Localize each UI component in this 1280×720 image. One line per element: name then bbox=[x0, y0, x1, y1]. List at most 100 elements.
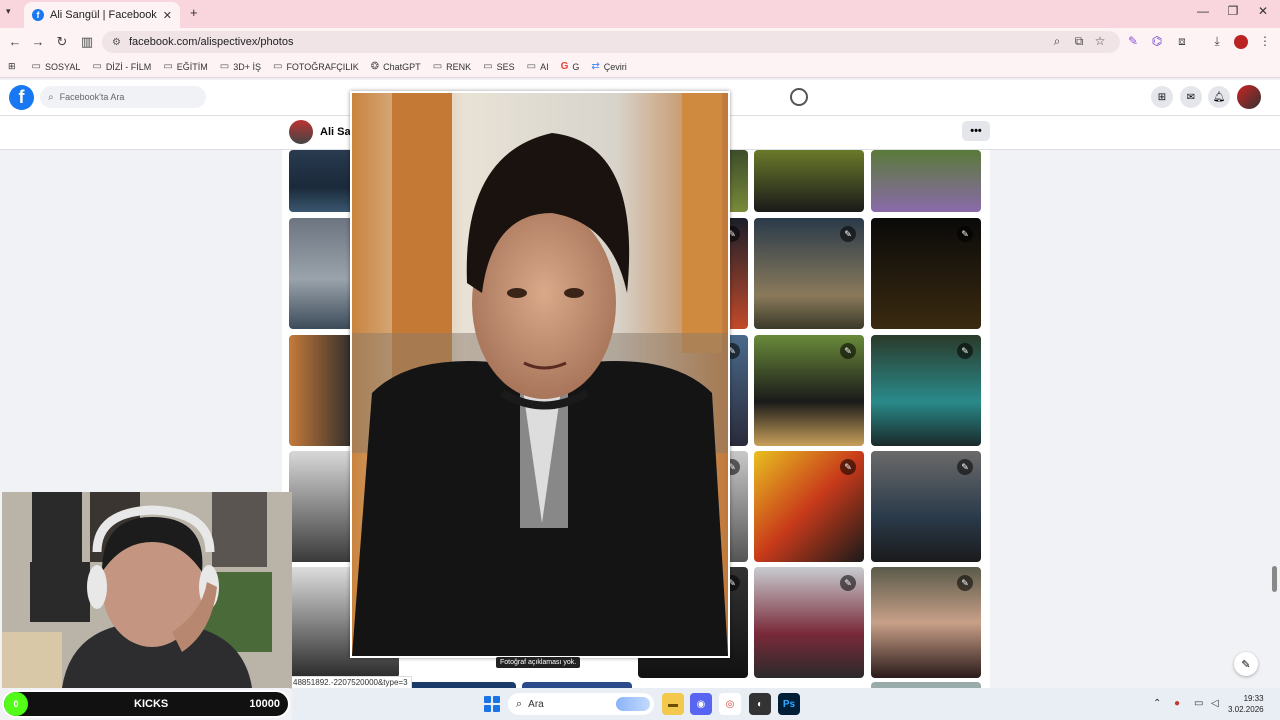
bookmark-label: G bbox=[572, 61, 580, 72]
tray-overflow-icon[interactable]: ⌃ bbox=[1153, 698, 1161, 709]
bookmark-label: ChatGPT bbox=[383, 61, 421, 72]
edit-pencil-icon[interactable]: ✎ bbox=[840, 343, 856, 359]
bookmark-star-icon[interactable]: ☆ bbox=[1091, 34, 1109, 48]
edit-pencil-icon[interactable]: ✎ bbox=[957, 459, 973, 475]
folder-icon: ▭ bbox=[526, 61, 537, 72]
minimize-button[interactable]: — bbox=[1188, 4, 1218, 18]
clock-date: 3.02.2026 bbox=[1228, 705, 1264, 714]
photo-thumbnail[interactable] bbox=[754, 150, 864, 212]
download-icon[interactable]: ⤓ bbox=[1208, 34, 1226, 49]
address-bar[interactable]: ⚙ facebook.com/alispectivex/photos bbox=[102, 31, 1120, 53]
network-icon[interactable]: ▭ bbox=[1194, 698, 1203, 709]
extension-icon[interactable]: ⌬ bbox=[1148, 34, 1166, 48]
photo-thumbnail[interactable]: ✎ bbox=[754, 567, 864, 678]
kicks-count: 0 bbox=[4, 692, 28, 716]
pen-extension-icon[interactable]: ✎ bbox=[1124, 34, 1142, 48]
more-options-button[interactable]: ••• bbox=[962, 121, 990, 141]
kicks-goal-bar: 0 KICKS 10000 bbox=[2, 690, 290, 718]
edit-pencil-icon[interactable]: ✎ bbox=[840, 226, 856, 242]
edit-pencil-icon[interactable]: ✎ bbox=[840, 575, 856, 591]
tab-close-icon[interactable]: ✕ bbox=[163, 9, 172, 22]
edit-pencil-icon[interactable]: ✎ bbox=[957, 226, 973, 242]
new-message-icon[interactable]: ✎ bbox=[1234, 652, 1258, 676]
forward-icon[interactable]: → bbox=[29, 34, 47, 49]
photo-thumbnail[interactable]: ✎ bbox=[871, 567, 981, 678]
site-info-icon[interactable]: ⚙ bbox=[112, 37, 121, 48]
bookmark-label: FOTOĞRAFÇILIK bbox=[286, 61, 359, 72]
photo-thumbnail[interactable] bbox=[871, 150, 981, 212]
bookmark-label: RENK bbox=[446, 61, 472, 72]
webcam-feed bbox=[2, 492, 292, 688]
zoom-icon[interactable]: ⌕ bbox=[1048, 34, 1066, 49]
search-icon: ⌕ bbox=[516, 697, 523, 710]
folder-icon: ▭ bbox=[272, 61, 283, 72]
clock-time: 19:33 bbox=[1243, 694, 1264, 703]
system-clock[interactable]: 19:33 3.02.2026 bbox=[1228, 693, 1264, 715]
extensions-puzzle-icon[interactable]: ⧈ bbox=[1173, 34, 1191, 49]
reload-icon[interactable]: ↻ bbox=[53, 34, 71, 50]
chrome-icon[interactable]: ◎ bbox=[719, 693, 741, 715]
bookmark-item[interactable]: ❂ ChatGPT bbox=[371, 61, 421, 72]
discord-icon[interactable]: ◉ bbox=[690, 693, 712, 715]
menu-dots-icon[interactable]: ⋮ bbox=[1256, 34, 1274, 48]
photo-thumbnail[interactable]: ✎ bbox=[871, 451, 981, 562]
bookmark-item[interactable]: ▭ FOTOĞRAFÇILIK bbox=[273, 61, 359, 72]
page-scrollbar-thumb[interactable] bbox=[1272, 566, 1277, 592]
facebook-logo[interactable]: f bbox=[9, 85, 34, 110]
facebook-search-input[interactable]: ⌕ Facebook'ta Ara bbox=[40, 86, 206, 108]
search-highlight-icon bbox=[616, 697, 650, 711]
edit-pencil-icon[interactable]: ✎ bbox=[957, 343, 973, 359]
photo-hover-preview[interactable] bbox=[350, 91, 730, 658]
portrait-photo bbox=[352, 93, 728, 656]
account-avatar[interactable] bbox=[1237, 85, 1261, 109]
edit-pencil-icon[interactable]: ✎ bbox=[840, 459, 856, 475]
photo-tooltip: Fotoğraf açıklaması yok. bbox=[496, 657, 581, 668]
bookmark-item[interactable]: ▭ SES bbox=[483, 61, 514, 72]
close-window-button[interactable]: ✕ bbox=[1248, 4, 1278, 18]
bookmark-item[interactable]: ▭ DİZİ - FİLM bbox=[92, 61, 151, 72]
taskbar-search-input[interactable]: ⌕ Ara bbox=[508, 693, 654, 715]
back-icon[interactable]: ← bbox=[6, 34, 24, 49]
edit-pencil-icon[interactable]: ✎ bbox=[957, 575, 973, 591]
photo-thumbnail[interactable]: ✎ bbox=[754, 451, 864, 562]
bookmark-item[interactable]: ▭ EĞİTİM bbox=[163, 61, 207, 72]
windows-start-icon[interactable] bbox=[484, 696, 500, 712]
url-text: facebook.com/alispectivex/photos bbox=[128, 36, 294, 48]
bookmark-item[interactable]: ▭ SOSYAL bbox=[32, 61, 81, 72]
tab-search-icon[interactable]: ▾ bbox=[6, 6, 11, 17]
bookmark-label: SES bbox=[496, 61, 515, 72]
apps-grid-icon[interactable]: ⊞ bbox=[8, 61, 16, 72]
photo-thumbnail[interactable]: ✎ bbox=[754, 335, 864, 446]
bookmark-item[interactable]: ▭ AI bbox=[527, 61, 549, 72]
volume-icon[interactable]: ◁ bbox=[1211, 698, 1219, 709]
bookmarks-bar: ⊞ ▭ SOSYAL ▭ DİZİ - FİLM ▭ EĞİTİM ▭ 3D+ İŞ ▭… bbox=[0, 56, 1280, 78]
browser-profile-avatar[interactable] bbox=[1234, 35, 1248, 49]
photo-thumbnail[interactable]: ✎ bbox=[754, 218, 864, 329]
webcam-overlay bbox=[2, 492, 292, 688]
profile-circle-icon[interactable] bbox=[790, 88, 808, 106]
photo-thumbnail[interactable]: ✎ bbox=[871, 218, 981, 329]
folder-icon: ▭ bbox=[31, 61, 41, 72]
bookmark-item[interactable]: ⇄ Çeviri bbox=[591, 61, 626, 72]
notifications-bell-icon[interactable]: 🔔︎ bbox=[1208, 86, 1230, 108]
menu-grid-icon[interactable]: ⊞ bbox=[1151, 86, 1173, 108]
split-view-icon[interactable]: ▥ bbox=[78, 34, 96, 50]
bookmark-label: SOSYAL bbox=[45, 61, 81, 72]
steam-icon[interactable]: ◐ bbox=[749, 693, 771, 715]
new-tab-button[interactable]: + bbox=[190, 5, 198, 20]
messenger-icon[interactable]: ✉ bbox=[1180, 86, 1202, 108]
file-explorer-icon[interactable]: ▬ bbox=[662, 693, 684, 715]
google-icon: G bbox=[560, 61, 569, 72]
microphone-icon[interactable]: ● bbox=[1174, 698, 1180, 709]
install-app-icon[interactable]: ⧉ bbox=[1070, 34, 1088, 49]
restore-button[interactable]: ❐ bbox=[1218, 4, 1248, 18]
photoshop-icon[interactable]: Ps bbox=[778, 693, 800, 715]
profile-avatar[interactable] bbox=[289, 120, 313, 144]
bookmark-item[interactable]: GG bbox=[561, 61, 580, 72]
browser-tab[interactable]: f Ali Sangül | Facebook ✕ bbox=[24, 2, 180, 28]
folder-icon: ▭ bbox=[432, 61, 443, 72]
photo-thumbnail[interactable]: ✎ bbox=[871, 335, 981, 446]
bookmark-item[interactable]: ▭ RENK bbox=[433, 61, 471, 72]
bookmark-item[interactable]: ▭ 3D+ İŞ bbox=[220, 61, 261, 72]
facebook-favicon-icon: f bbox=[32, 9, 44, 21]
